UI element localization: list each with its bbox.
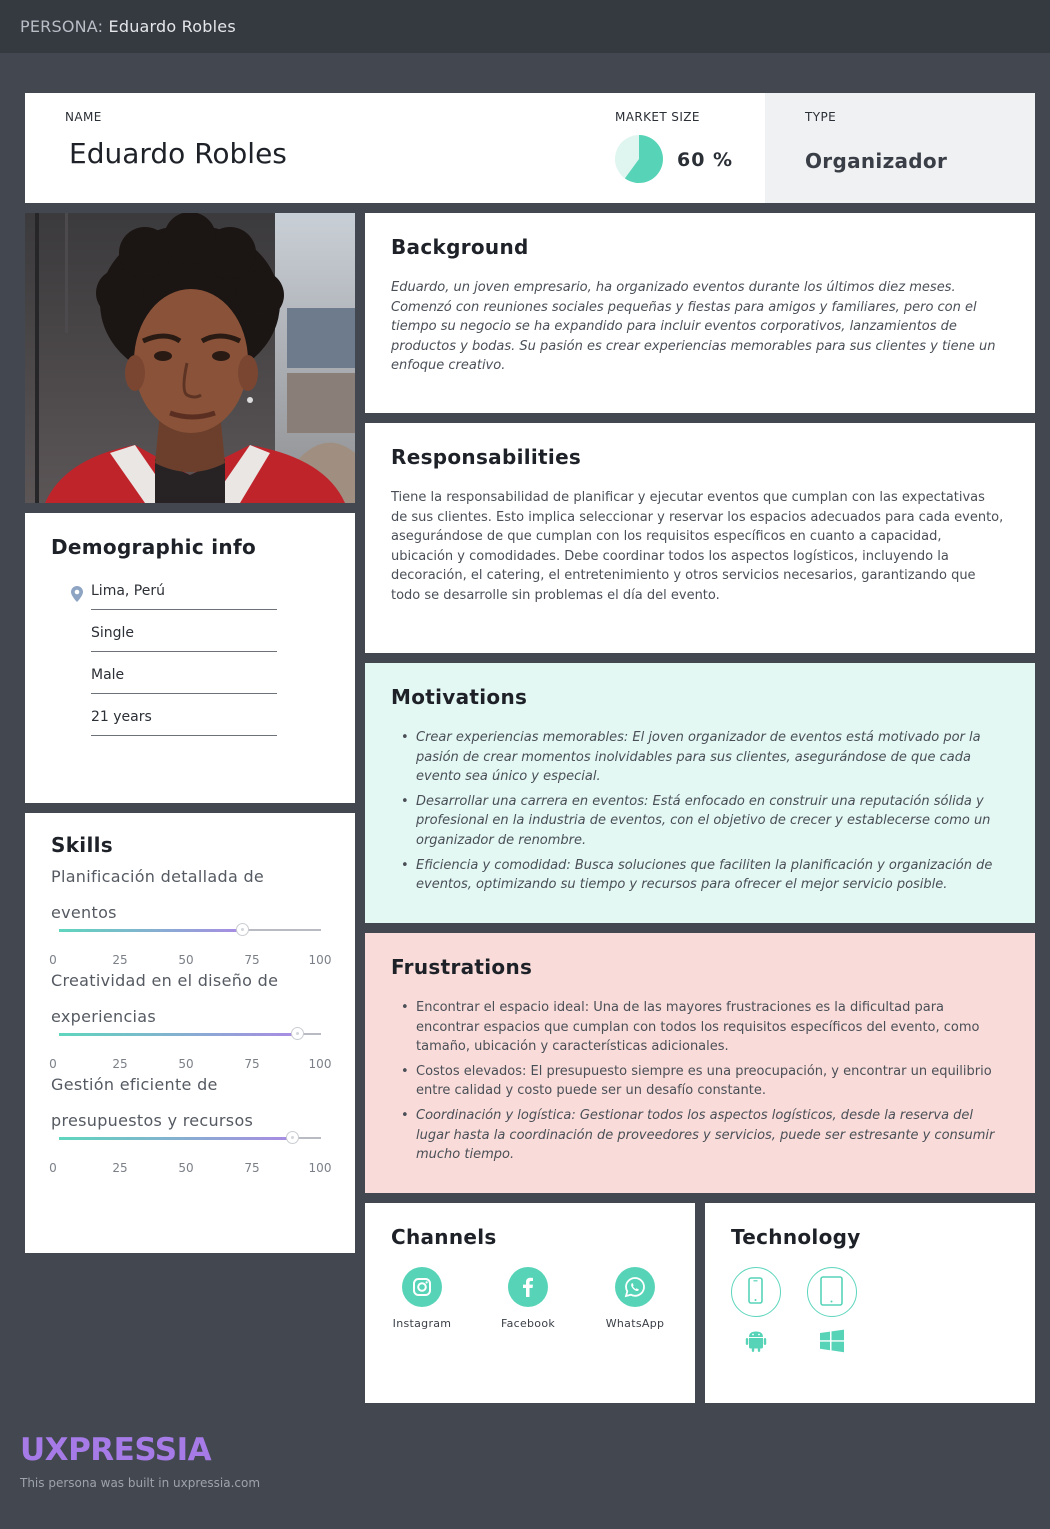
channel-label: WhatsApp xyxy=(605,1317,665,1330)
persona-name-value[interactable]: Eduardo Robles xyxy=(69,137,287,170)
persona-title: PERSONA: Eduardo Robles xyxy=(20,17,236,36)
motivations-title: Motivations xyxy=(391,685,528,709)
technology-card: Technology xyxy=(705,1203,1035,1403)
skill-slider-fill xyxy=(59,1032,298,1036)
status-value: Single xyxy=(91,625,135,641)
demographic-title: Demographic info xyxy=(51,535,256,559)
frustrations-card: Frustrations Encontrar el espacio ideal:… xyxy=(365,933,1035,1193)
skill-slider[interactable] xyxy=(59,923,321,936)
header-card: NAME Eduardo Robles MARKET SIZE 60 % TYP… xyxy=(25,93,1035,203)
background-title: Background xyxy=(391,235,529,259)
list-item[interactable]: Eficiencia y comodidad: Busca soluciones… xyxy=(391,856,1009,895)
persona-prefix: PERSONA: xyxy=(20,17,104,36)
skill-slider-fill xyxy=(59,1136,293,1140)
location-pin-icon xyxy=(71,586,83,602)
gender-field[interactable]: Male xyxy=(91,664,277,694)
frustrations-list: Encontrar el espacio ideal: Una de las m… xyxy=(391,998,1009,1170)
whatsapp-icon xyxy=(615,1267,655,1307)
list-item[interactable]: Costos elevados: El presupuesto siempre … xyxy=(391,1062,1009,1101)
skill-scale-tick: 100 xyxy=(308,953,332,967)
type-value[interactable]: Organizador xyxy=(805,149,947,173)
channel-instagram[interactable]: Instagram xyxy=(372,1267,472,1330)
skill-scale-tick: 100 xyxy=(308,1057,332,1071)
skill-scale-tick: 75 xyxy=(244,1161,260,1175)
channel-label: Instagram xyxy=(392,1317,452,1330)
channels-title: Channels xyxy=(391,1225,497,1249)
name-label: NAME xyxy=(65,110,102,124)
type-label: TYPE xyxy=(805,110,837,124)
responsibilities-card: Responsabilities Tiene la responsabilida… xyxy=(365,423,1035,653)
persona-name: Eduardo Robles xyxy=(108,17,236,36)
skill-slider-handle[interactable] xyxy=(286,1131,300,1144)
skills-title: Skills xyxy=(51,833,113,857)
top-bar: PERSONA: Eduardo Robles xyxy=(0,0,1050,53)
responsibilities-text[interactable]: Tiene la responsabilidad de planificar y… xyxy=(391,488,1005,606)
skill-slider-handle[interactable] xyxy=(291,1027,305,1040)
skills-card: Skills Planificación detallada de evento… xyxy=(25,813,355,1253)
facebook-icon xyxy=(508,1267,548,1307)
status-field[interactable]: Single xyxy=(91,622,277,652)
skill-name: Planificación detallada de eventos xyxy=(51,867,265,922)
smartphone-icon[interactable] xyxy=(731,1267,781,1317)
market-size-pie xyxy=(615,135,663,183)
skill-slider[interactable] xyxy=(59,1131,321,1144)
skill-slider-fill xyxy=(59,928,243,932)
uxpressia-logo[interactable]: UXPRESSIA xyxy=(20,1432,212,1468)
tablet-icon[interactable] xyxy=(807,1267,857,1317)
windows-icon[interactable] xyxy=(818,1327,846,1355)
market-size-value: 60 % xyxy=(677,149,734,171)
channels-card: Channels Instagram Facebook WhatsApp xyxy=(365,1203,695,1403)
skill-scale-tick: 25 xyxy=(112,1161,128,1175)
gender-value: Male xyxy=(91,667,125,683)
skill-scale-tick: 50 xyxy=(178,1161,194,1175)
age-field[interactable]: 21 years xyxy=(91,706,277,736)
motivations-list: Crear experiencias memorables: El joven … xyxy=(391,728,1009,900)
skill-scale-tick: 100 xyxy=(308,1161,332,1175)
persona-photo xyxy=(25,213,355,503)
skill-slider[interactable] xyxy=(59,1027,321,1040)
skill-name: Gestión eficiente de presupuestos y recu… xyxy=(51,1075,254,1130)
location-field[interactable]: Lima, Perú xyxy=(91,580,277,610)
channel-label: Facebook xyxy=(500,1317,556,1330)
frustrations-title: Frustrations xyxy=(391,955,533,979)
market-size-label: MARKET SIZE xyxy=(615,110,700,124)
skill-slider-handle[interactable] xyxy=(236,923,250,936)
skill-scale: 0 25 50 75 100 xyxy=(49,1161,339,1175)
motivations-card: Motivations Crear experiencias memorable… xyxy=(365,663,1035,923)
technology-title: Technology xyxy=(731,1225,861,1249)
list-item[interactable]: Crear experiencias memorables: El joven … xyxy=(391,728,1009,787)
background-text[interactable]: Eduardo, un joven empresario, ha organiz… xyxy=(391,278,1005,376)
list-item[interactable]: Desarrollar una carrera en eventos: Está… xyxy=(391,792,1009,851)
channel-facebook[interactable]: Facebook xyxy=(478,1267,578,1330)
footer-note: This persona was built in uxpressia.com xyxy=(20,1476,261,1490)
channel-whatsapp[interactable]: WhatsApp xyxy=(585,1267,685,1330)
background-card: Background Eduardo, un joven empresario,… xyxy=(365,213,1035,413)
type-box: TYPE Organizador xyxy=(765,93,1035,203)
list-item[interactable]: Encontrar el espacio ideal: Una de las m… xyxy=(391,998,1009,1057)
instagram-icon xyxy=(402,1267,442,1307)
age-value: 21 years xyxy=(91,709,152,725)
list-item[interactable]: Coordinación y logística: Gestionar todo… xyxy=(391,1106,1009,1165)
portrait-illustration xyxy=(25,213,355,503)
skill-scale-tick: 0 xyxy=(49,1161,57,1175)
location-value: Lima, Perú xyxy=(91,583,165,599)
demographic-card: Demographic info Lima, Perú Single Male … xyxy=(25,513,355,803)
skill-name: Creatividad en el diseño de experiencias xyxy=(51,971,279,1026)
android-icon[interactable] xyxy=(742,1327,770,1355)
responsibilities-title: Responsabilities xyxy=(391,445,582,469)
